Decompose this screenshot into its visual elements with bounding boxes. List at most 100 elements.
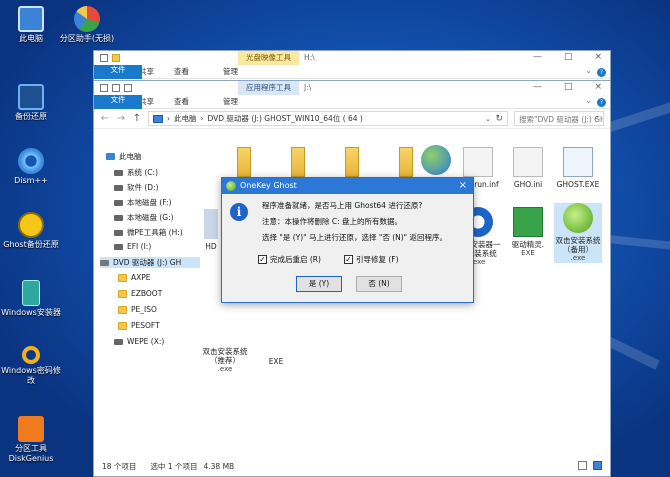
maximize-button[interactable]: □ [564,52,573,62]
large-icons-view-button[interactable] [593,461,602,470]
tab-file[interactable]: 文件 [94,94,142,109]
chevron-down-icon[interactable]: ⌄ [485,115,491,123]
minimize-button[interactable]: — [533,82,542,92]
tab-manage[interactable]: 管理 [213,95,248,109]
forward-button[interactable]: → [116,113,126,124]
boot-repair-checkbox[interactable]: ✓ 引导修复 (F) [344,254,399,265]
file-item-gho-ini[interactable]: GHO.ini [504,147,552,189]
tree-item-pesoft[interactable]: PESOFT [118,321,160,330]
computer-icon [153,114,163,123]
tab-manage[interactable]: 管理 [213,65,248,79]
search-placeholder: 搜索"DVD 驱动器 (J:) GHOS... [519,115,603,124]
tab-view[interactable]: 查看 [164,65,199,79]
dialog-title-bar[interactable]: OneKey Ghost × [222,178,473,194]
tree-item-drive-x[interactable]: WEPE (X:) [114,337,164,346]
tree-item-drive-i[interactable]: EFI (I:) [114,242,151,251]
tree-item-pe-iso[interactable]: PE_ISO [118,305,157,314]
tree-item-drive-h[interactable]: 微PE工具箱 (H:) [114,227,183,238]
file-label: 双击安装系统（推荐） [202,347,248,365]
folder-icon [112,54,120,62]
computer-icon [106,153,115,160]
minimize-button[interactable]: — [533,52,542,62]
tree-item-dvd-drive[interactable]: DVD 驱动器 (J:) GH [100,257,200,268]
tree-item-drive-f[interactable]: 本地磁盘 (F:) [114,197,172,208]
tree-item-drive-g[interactable]: 本地磁盘 (G:) [114,212,174,223]
file-label: GHO.ini [513,180,543,189]
quick-access-icon[interactable] [124,84,132,92]
search-input[interactable]: 搜索"DVD 驱动器 (J:) GHOS... ⌕ [514,111,604,126]
reboot-after-checkbox[interactable]: ✓ 完成后重启 (R) [258,254,321,265]
no-button[interactable]: 否 (N) [356,276,402,292]
tree-item-ezboot[interactable]: EZBOOT [118,289,162,298]
details-view-button[interactable] [578,461,587,470]
desktop-icon-password-tool[interactable]: Windows密码修改 [0,346,62,386]
tab-file[interactable]: 文件 [94,64,142,79]
maximize-button[interactable]: □ [564,82,573,92]
installer-icon [22,280,40,306]
back-button[interactable]: ← [100,113,110,124]
dialog-title: OneKey Ghost [240,181,297,190]
desktop-icon-label: 此电脑 [19,34,43,43]
file-label: 驱动精灵. [511,240,545,249]
onekey-ghost-icon [563,203,593,233]
tree-item-drive-d[interactable]: 软件 (D:) [114,182,159,193]
desktop-icon-ghost[interactable]: Ghost备份还原 [0,212,62,250]
yes-button[interactable]: 是 (Y) [296,276,342,292]
desktop-icon-backup-restore[interactable]: 备份还原 [0,84,62,122]
address-bar[interactable]: › 此电脑 › DVD 驱动器 (J:) GHOST_WIN10_64位 ( 6… [148,111,508,126]
desktop-icon-partition-assistant[interactable]: 分区助手(无损) [56,6,118,44]
chevron-down-icon[interactable]: ⌄ [585,96,592,105]
desktop-icon-this-pc[interactable]: 此电脑 [0,6,62,44]
window-path-title: H:\ [304,53,315,62]
desktop-icon-diskgenius[interactable]: 分区工具DiskGenius [0,416,62,464]
context-tab-app-tools[interactable]: 应用程序工具 [238,81,299,95]
close-button[interactable]: × [594,82,602,92]
file-item-ghost-exe[interactable]: GHOST.EXE [554,147,602,189]
tree-item-this-pc[interactable]: 此电脑 [106,151,142,162]
tree-label: PESOFT [131,321,160,330]
title-bar[interactable]: 应用程序工具 J:\ — □ × [94,81,610,95]
file-item-dual-installer-backup[interactable]: 双击安装系统（备用） .exe [554,203,602,263]
close-button[interactable]: × [594,52,602,62]
chevron-down-icon[interactable]: ⌄ [585,66,592,75]
file-item-folder[interactable] [328,147,376,180]
title-bar[interactable]: 光盘映像工具 H:\ — □ × [94,51,610,65]
backup-icon [18,84,44,110]
drive-icon [114,199,123,206]
onekey-ghost-dialog[interactable]: OneKey Ghost × i 程序准备就绪，是否马上用 Ghost64 进行… [221,177,474,303]
context-tab-disc-image-tools[interactable]: 光盘映像工具 [238,51,299,65]
onekey-ghost-icon [226,181,236,191]
navigation-pane: 此电脑 系统 (C:) 软件 (D:) 本地磁盘 (F:) 本地磁盘 (G:) … [94,129,202,457]
tree-item-axpe[interactable]: AXPE [118,273,151,282]
checkbox-checked[interactable]: ✓ [344,255,353,264]
folder-icon [118,321,127,330]
window-menu-icon[interactable] [100,84,108,92]
folder-icon [118,305,127,314]
refresh-icon[interactable]: ↻ [495,114,503,124]
drive-icon [114,214,123,221]
drive-icon [114,338,123,345]
desktop-icon-windows-installer[interactable]: Windows安装器 [0,280,62,318]
folder-icon [118,273,127,282]
help-icon[interactable]: ? [597,68,606,77]
breadcrumb-this-pc[interactable]: 此电脑 [174,113,197,124]
file-item-driver-genius[interactable]: 驱动精灵. EXE [504,207,552,258]
file-item-folder[interactable] [274,147,322,180]
tree-item-drive-c[interactable]: 系统 (C:) [114,167,158,178]
file-item-exe[interactable]: EXE [252,357,300,366]
dialog-close-button[interactable]: × [459,178,467,194]
tab-view[interactable]: 查看 [164,95,199,109]
checkbox-checked[interactable]: ✓ [258,255,267,264]
breadcrumb-dvd-drive[interactable]: DVD 驱动器 (J:) GHOST_WIN10_64位 ( 64 ) [208,113,363,124]
file-item-dual-installer-recommended[interactable]: 双击安装系统（推荐） .exe [200,347,250,374]
window-menu-icon[interactable] [100,54,108,62]
up-button[interactable]: ↑ [132,113,142,124]
partition-tool-icon [74,6,100,32]
settings-file-icon [513,147,543,177]
quick-access-icon[interactable] [112,84,120,92]
file-item-folder[interactable] [220,147,268,180]
desktop-icon-dism[interactable]: Dism++ [0,148,62,186]
desktop-icon-label: 分区助手(无损) [59,34,115,43]
file-item-network[interactable] [412,145,460,178]
help-icon[interactable]: ? [597,98,606,107]
